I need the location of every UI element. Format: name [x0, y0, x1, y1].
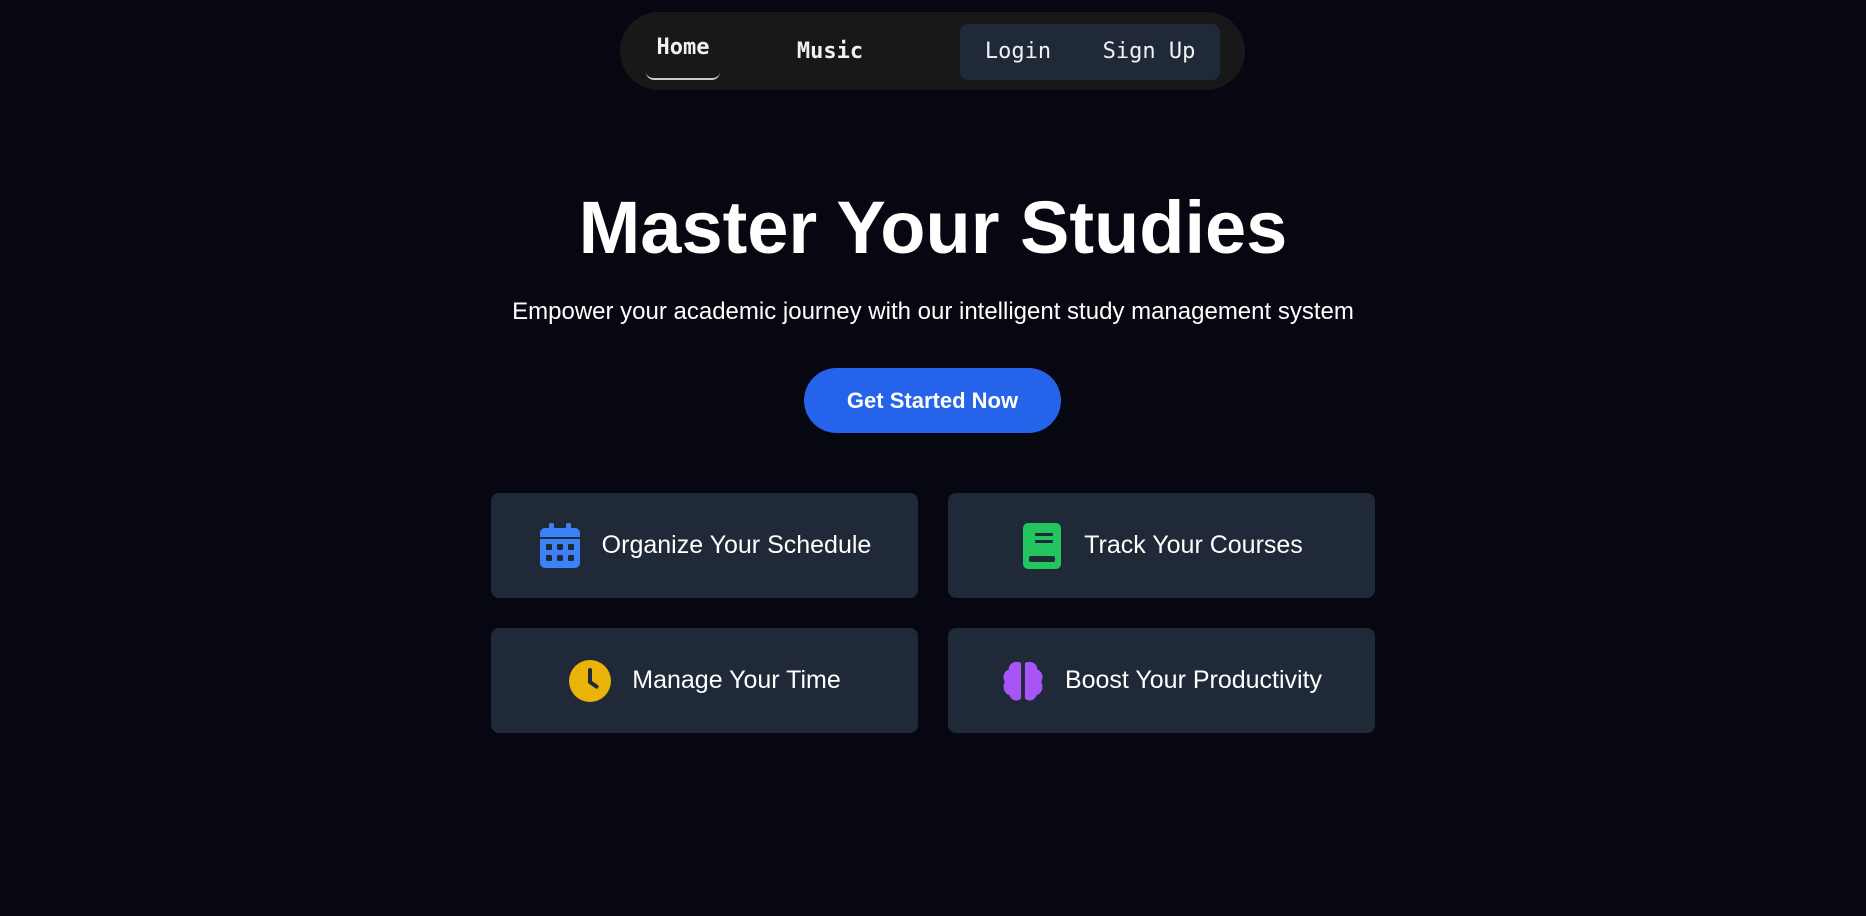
- signup-button[interactable]: Sign Up: [1084, 24, 1214, 80]
- calendar-icon: [538, 522, 582, 570]
- feature-card-schedule: Organize Your Schedule: [491, 493, 918, 598]
- feature-card-productivity: Boost Your Productivity: [948, 628, 1375, 733]
- top-navbar: Home Music Login Sign Up: [620, 12, 1245, 90]
- feature-label-courses: Track Your Courses: [1084, 531, 1303, 559]
- nav-music-link[interactable]: Music: [790, 24, 870, 80]
- auth-button-group: Login Sign Up: [960, 24, 1220, 80]
- feature-label-productivity: Boost Your Productivity: [1064, 666, 1323, 694]
- get-started-button[interactable]: Get Started Now: [804, 368, 1061, 433]
- feature-label-time: Manage Your Time: [632, 666, 841, 694]
- clock-icon: [568, 657, 612, 705]
- brain-icon: [1001, 657, 1045, 705]
- feature-label-schedule: Organize Your Schedule: [601, 531, 872, 559]
- nav-home-link[interactable]: Home: [646, 22, 720, 80]
- book-icon: [1020, 522, 1064, 570]
- login-button[interactable]: Login: [972, 24, 1064, 80]
- feature-card-time: Manage Your Time: [491, 628, 918, 733]
- hero-title: Master Your Studies: [578, 186, 1288, 269]
- hero-subtitle: Empower your academic journey with our i…: [512, 298, 1354, 325]
- feature-card-courses: Track Your Courses: [948, 493, 1375, 598]
